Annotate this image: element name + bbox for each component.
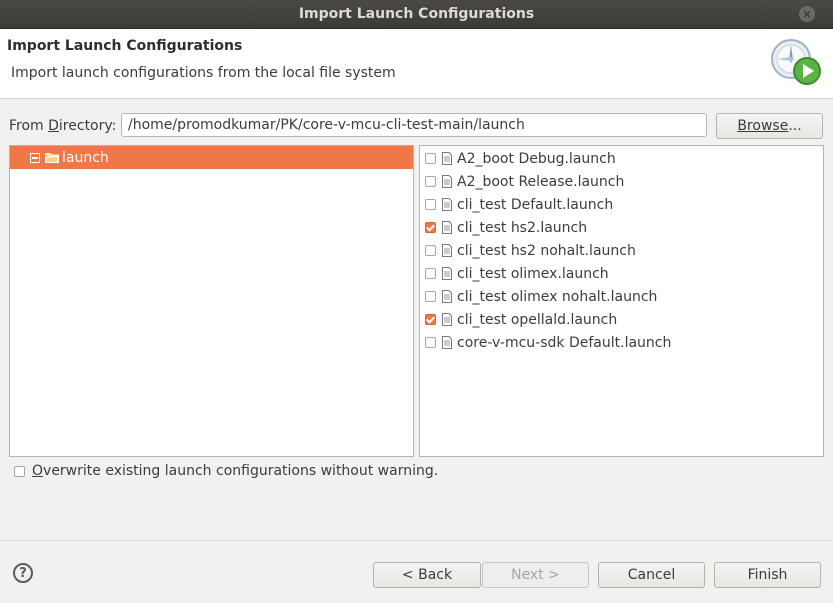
document-icon <box>442 244 452 257</box>
overwrite-checkbox[interactable] <box>14 465 25 477</box>
directory-label: From Directory: <box>9 118 117 134</box>
launch-file-list[interactable]: A2_boot Debug.launch A2_boot Release.laun… <box>419 145 824 457</box>
overwrite-option[interactable]: Overwrite existing launch configurations… <box>14 463 438 479</box>
list-item[interactable]: cli_test opellald.launch <box>420 308 617 331</box>
overwrite-label: Overwrite existing launch configurations… <box>32 463 439 479</box>
folder-tree[interactable]: launch <box>9 145 414 457</box>
file-label: A2_boot Debug.launch <box>457 150 616 167</box>
file-checkbox[interactable] <box>425 314 436 325</box>
title-bar: Import Launch Configurations × <box>0 0 833 29</box>
file-checkbox[interactable] <box>425 222 436 233</box>
document-icon <box>442 175 452 188</box>
file-label: A2_boot Release.launch <box>457 173 625 190</box>
back-button[interactable]: < Back <box>373 562 481 588</box>
file-label: cli_test olimex.launch <box>457 265 609 282</box>
list-item[interactable]: cli_test Default.launch <box>420 193 613 216</box>
document-icon <box>442 198 452 211</box>
file-label: cli_test olimex nohalt.launch <box>457 288 658 305</box>
list-item[interactable]: cli_test hs2.launch <box>420 216 587 239</box>
tree-item-launch[interactable]: launch <box>10 146 413 169</box>
list-item[interactable]: A2_boot Release.launch <box>420 170 624 193</box>
file-checkbox[interactable] <box>425 153 436 164</box>
file-checkbox[interactable] <box>425 268 436 279</box>
file-label: cli_test hs2.launch <box>457 219 588 236</box>
list-item[interactable]: core-v-mcu-sdk Default.launch <box>420 331 671 354</box>
wizard-icon <box>771 39 821 85</box>
document-icon <box>442 336 452 349</box>
file-label: core-v-mcu-sdk Default.launch <box>457 334 672 351</box>
file-checkbox[interactable] <box>425 176 436 187</box>
file-label: cli_test Default.launch <box>457 196 614 213</box>
window-title: Import Launch Configurations <box>298 6 535 22</box>
collapse-icon[interactable] <box>30 152 40 163</box>
list-item[interactable]: cli_test olimex.launch <box>420 262 609 285</box>
finish-button[interactable]: Finish <box>714 562 821 588</box>
divider <box>0 540 833 541</box>
list-item[interactable]: cli_test hs2 nohalt.launch <box>420 239 636 262</box>
file-checkbox[interactable] <box>425 291 436 302</box>
document-icon <box>442 152 452 165</box>
close-icon[interactable]: × <box>799 6 815 22</box>
document-icon <box>442 290 452 303</box>
banner-description: Import launch configurations from the lo… <box>11 65 396 81</box>
tree-item-label: launch <box>62 149 109 166</box>
next-button: Next > <box>482 562 589 588</box>
browse-button[interactable]: Browse... <box>716 113 823 139</box>
wizard-banner: Import Launch Configurations Import laun… <box>0 29 833 99</box>
banner-title: Import Launch Configurations <box>7 38 243 54</box>
file-label: cli_test opellald.launch <box>457 311 618 328</box>
document-icon <box>442 313 452 326</box>
folder-icon <box>45 153 59 163</box>
file-checkbox[interactable] <box>425 337 436 348</box>
file-label: cli_test hs2 nohalt.launch <box>457 242 636 259</box>
document-icon <box>442 267 452 280</box>
list-item[interactable]: cli_test olimex nohalt.launch <box>420 285 657 308</box>
file-checkbox[interactable] <box>425 199 436 210</box>
list-item[interactable]: A2_boot Debug.launch <box>420 147 616 170</box>
directory-input[interactable]: /home/promodkumar/PK/core-v-mcu-cli-test… <box>121 113 707 137</box>
cancel-button[interactable]: Cancel <box>598 562 705 588</box>
document-icon <box>442 221 452 234</box>
help-icon[interactable]: ? <box>13 563 33 583</box>
file-checkbox[interactable] <box>425 245 436 256</box>
